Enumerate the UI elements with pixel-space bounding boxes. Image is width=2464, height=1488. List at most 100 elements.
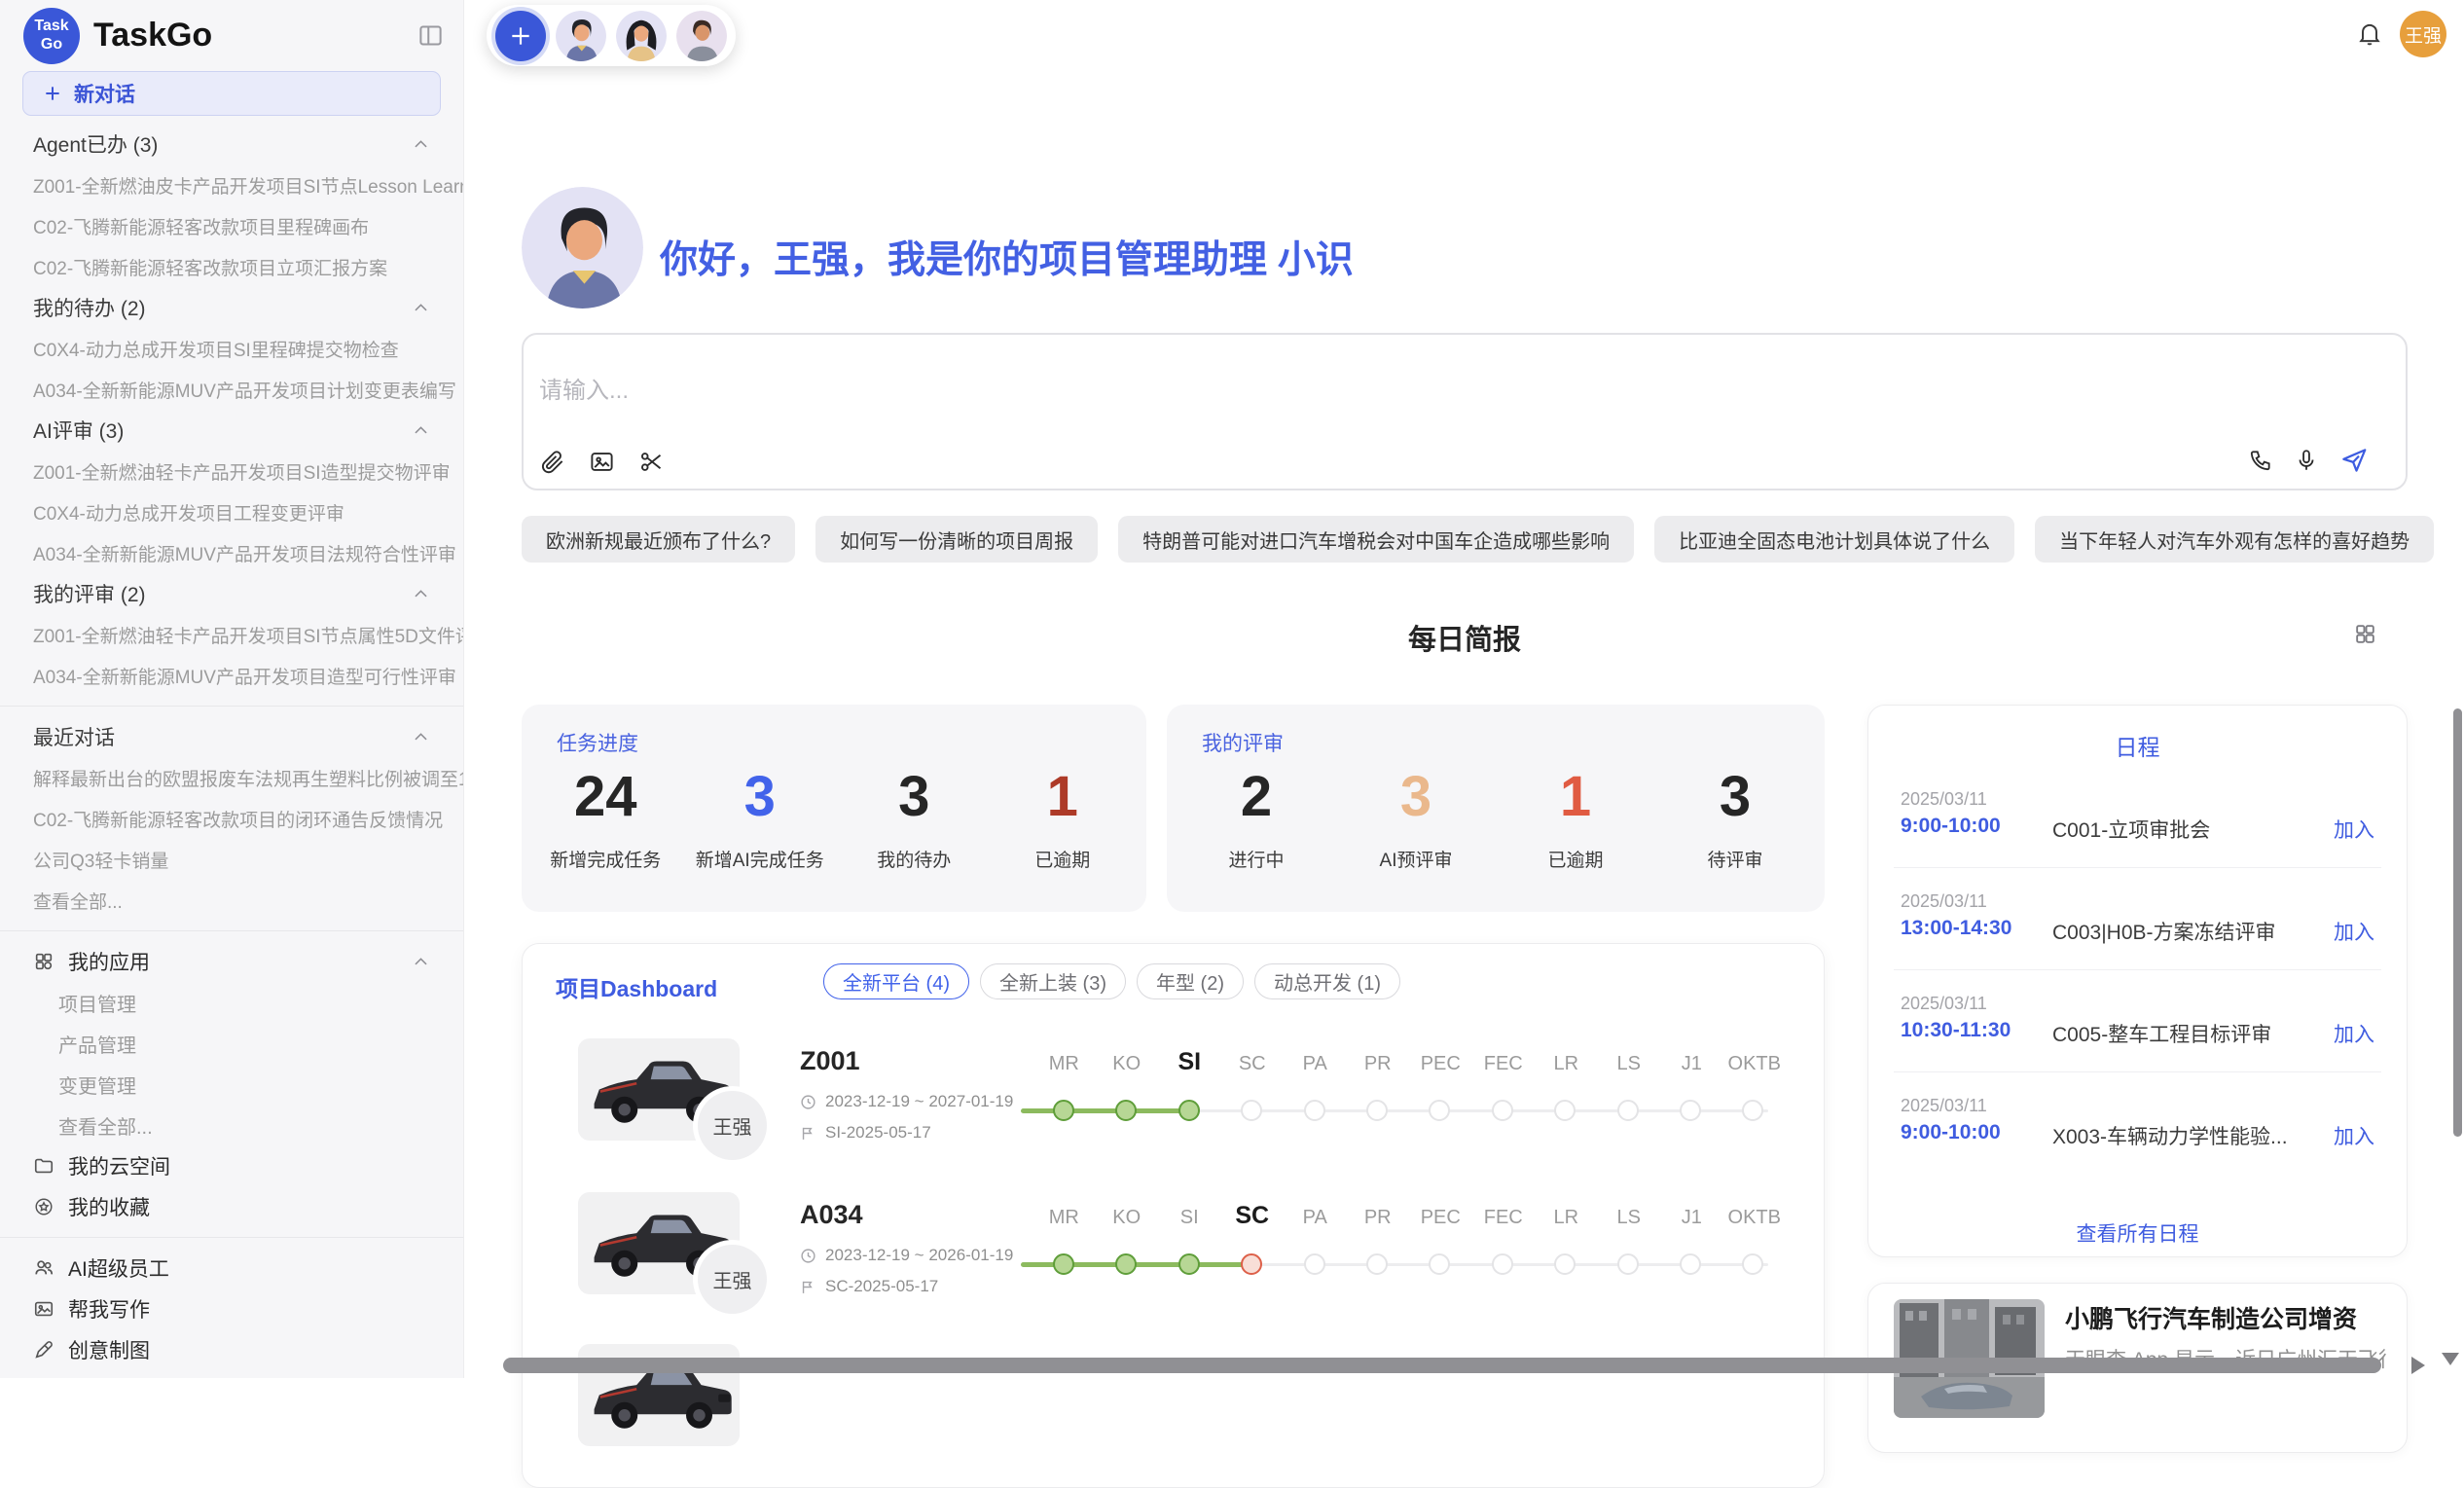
- divider: [1894, 867, 2381, 868]
- scissors-icon[interactable]: [638, 449, 665, 475]
- milestone-dot: [1492, 1253, 1513, 1275]
- schedule-time: 10:30-11:30: [1901, 1019, 2011, 1042]
- section-agent-done[interactable]: Agent已办 (3): [0, 124, 463, 164]
- image-icon[interactable]: [589, 449, 615, 475]
- suggestion-chip[interactable]: 当下年轻人对汽车外观有怎样的喜好趋势: [2035, 516, 2434, 563]
- suggestion-chip[interactable]: 如何写一份清晰的项目周报: [815, 516, 1098, 563]
- sidebar-item[interactable]: C0X4-动力总成开发项目工程变更评审: [0, 491, 463, 532]
- sidebar-item-favorites[interactable]: 我的收藏: [0, 1186, 463, 1227]
- sidebar-item-ai-super-staff[interactable]: AI超级员工: [0, 1248, 463, 1288]
- project-flag: SC-2025-05-17: [825, 1277, 938, 1296]
- bell-icon[interactable]: [2356, 19, 2383, 47]
- schedule-time: 13:00-14:30: [1901, 917, 2011, 940]
- filter-chip[interactable]: 全新平台 (4): [823, 963, 969, 999]
- project-row[interactable]: 王强 Z001 2023-12-19 ~ 2027-01-19 SI-2025-…: [523, 1038, 1824, 1165]
- paperclip-icon[interactable]: [539, 449, 565, 475]
- recent-chat-item[interactable]: 解释最新出台的欧盟报废车法规再生塑料比例被调至15%...: [0, 757, 463, 798]
- divider: [0, 930, 463, 931]
- section-ai-review[interactable]: AI评审 (3): [0, 410, 463, 451]
- panel-toggle-icon[interactable]: [417, 22, 444, 49]
- app-logo: Task Go: [23, 8, 80, 64]
- app-item-product-mgmt[interactable]: 产品管理: [0, 1023, 463, 1064]
- apps-view-all[interactable]: 查看全部...: [0, 1105, 463, 1145]
- sidebar-item[interactable]: A034-全新新能源MUV产品开发项目法规符合性评审: [0, 532, 463, 573]
- recent-view-all[interactable]: 查看全部...: [0, 880, 463, 921]
- filter-chip[interactable]: 动总开发 (1): [1254, 963, 1400, 999]
- milestone-dot: [1366, 1253, 1388, 1275]
- logo-text-bottom: Go: [41, 36, 62, 54]
- stat-new-done: 24 新增完成任务: [547, 765, 664, 872]
- chevron-up-icon[interactable]: [412, 135, 430, 154]
- milestone-dot: [1429, 1253, 1450, 1275]
- join-link[interactable]: 加入: [2334, 917, 2374, 946]
- milestone-dot: [1742, 1253, 1763, 1275]
- chat-input[interactable]: [539, 378, 1415, 405]
- filter-chip[interactable]: 全新上装 (3): [980, 963, 1126, 999]
- sidebar-item[interactable]: C02-飞腾新能源轻客改款项目立项汇报方案: [0, 246, 463, 287]
- scroll-right-arrow[interactable]: [2411, 1357, 2425, 1374]
- section-recent-chats[interactable]: 最近对话: [0, 716, 463, 757]
- suggestion-chip[interactable]: 特朗普可能对进口汽车增税会对中国车企造成哪些影响: [1118, 516, 1634, 563]
- mic-icon[interactable]: [2294, 448, 2319, 473]
- send-icon[interactable]: [2339, 446, 2369, 475]
- sidebar-item[interactable]: Z001-全新燃油轻卡产品开发项目SI造型提交物评审: [0, 451, 463, 491]
- suggestion-chip[interactable]: 欧洲新规最近颁布了什么?: [522, 516, 795, 563]
- milestone-dot: [1304, 1253, 1325, 1275]
- agent-avatar[interactable]: [676, 11, 727, 61]
- sidebar-item-cloud-space[interactable]: 我的云空间: [0, 1145, 463, 1186]
- suggestion-chip[interactable]: 比亚迪全固态电池计划具体说了什么: [1654, 516, 2014, 563]
- chevron-up-icon[interactable]: [412, 299, 430, 317]
- join-link[interactable]: 加入: [2334, 1019, 2374, 1048]
- card-title: 任务进度: [557, 728, 638, 757]
- sidebar-item[interactable]: Z001-全新燃油轻卡产品开发项目SI节点属性5D文件评审: [0, 614, 463, 655]
- stat-my-todo: 3 我的待办: [855, 765, 972, 872]
- milestone-dot: [1429, 1100, 1450, 1121]
- sidebar-item-creative-drawing[interactable]: 创意制图: [0, 1329, 463, 1370]
- filter-chip[interactable]: 年型 (2): [1137, 963, 1244, 999]
- suggestion-chips: 欧洲新规最近颁布了什么? 如何写一份清晰的项目周报 特朗普可能对进口汽车增税会对…: [522, 516, 2410, 563]
- horizontal-scrollbar-thumb[interactable]: [503, 1358, 2381, 1373]
- sidebar-item-help-me-write[interactable]: 帮我写作: [0, 1288, 463, 1329]
- chevron-up-icon[interactable]: [412, 728, 430, 746]
- schedule-time: 9:00-10:00: [1901, 815, 2001, 838]
- project-dates: 2023-12-19 ~ 2026-01-19: [825, 1246, 1013, 1265]
- sidebar-item[interactable]: C0X4-动力总成开发项目SI里程碑提交物检查: [0, 328, 463, 369]
- scroll-down-arrow[interactable]: [2442, 1353, 2459, 1365]
- project-dashboard-card: 项目Dashboard 全新平台 (4) 全新上装 (3) 年型 (2) 动总开…: [522, 943, 1825, 1488]
- chevron-up-icon[interactable]: [412, 421, 430, 440]
- join-link[interactable]: 加入: [2334, 1121, 2374, 1150]
- vertical-scrollbar-thumb[interactable]: [2453, 708, 2462, 1137]
- phone-icon[interactable]: [2248, 448, 2273, 473]
- chevron-up-icon[interactable]: [412, 585, 430, 603]
- grid-icon[interactable]: [2353, 622, 2377, 646]
- chevron-up-icon[interactable]: [412, 953, 430, 971]
- new-chat-button[interactable]: 新对话: [22, 71, 441, 116]
- view-all-schedule-link[interactable]: 查看所有日程: [1868, 1218, 2407, 1248]
- milestone-strip: MRKOSISCPAPRPECFECLRLSJ1OKTB: [1033, 1038, 1786, 1165]
- sidebar-item[interactable]: A034-全新新能源MUV产品开发项目计划变更表编写: [0, 369, 463, 410]
- divider: [1894, 969, 2381, 970]
- plus-icon: [508, 23, 533, 49]
- project-row[interactable]: 王强 A034 2023-12-19 ~ 2026-01-19 SC-2025-…: [523, 1192, 1824, 1319]
- add-agent-button[interactable]: [495, 11, 546, 61]
- app-item-change-mgmt[interactable]: 变更管理: [0, 1064, 463, 1105]
- section-my-todo[interactable]: 我的待办 (2): [0, 287, 463, 328]
- schedule-title: 日程: [1868, 729, 2407, 762]
- project-flag: SI-2025-05-17: [825, 1123, 931, 1143]
- sidebar-item-my-apps[interactable]: 我的应用: [0, 941, 463, 982]
- user-avatar[interactable]: 王强: [2400, 11, 2446, 57]
- agent-avatar[interactable]: [556, 11, 606, 61]
- recent-chat-item[interactable]: 公司Q3轻卡销量: [0, 839, 463, 880]
- milestone-dot: [1680, 1253, 1701, 1275]
- agent-avatar-pill: [487, 5, 736, 66]
- schedule-event: X003-车辆动力学性能验...: [2052, 1121, 2288, 1150]
- app-item-project-mgmt[interactable]: 项目管理: [0, 982, 463, 1023]
- recent-chat-item[interactable]: C02-飞腾新能源轻客改款项目的闭环通告反馈情况: [0, 798, 463, 839]
- join-link[interactable]: 加入: [2334, 815, 2374, 844]
- section-my-review[interactable]: 我的评审 (2): [0, 573, 463, 614]
- sidebar-item[interactable]: A034-全新新能源MUV产品开发项目造型可行性评审: [0, 655, 463, 696]
- agent-avatar[interactable]: [616, 11, 667, 61]
- sidebar-item[interactable]: C02-飞腾新能源轻客改款项目里程碑画布: [0, 205, 463, 246]
- sidebar-item[interactable]: Z001-全新燃油皮卡产品开发项目SI节点Lesson Learn报告: [0, 164, 463, 205]
- milestone-dot: [1680, 1100, 1701, 1121]
